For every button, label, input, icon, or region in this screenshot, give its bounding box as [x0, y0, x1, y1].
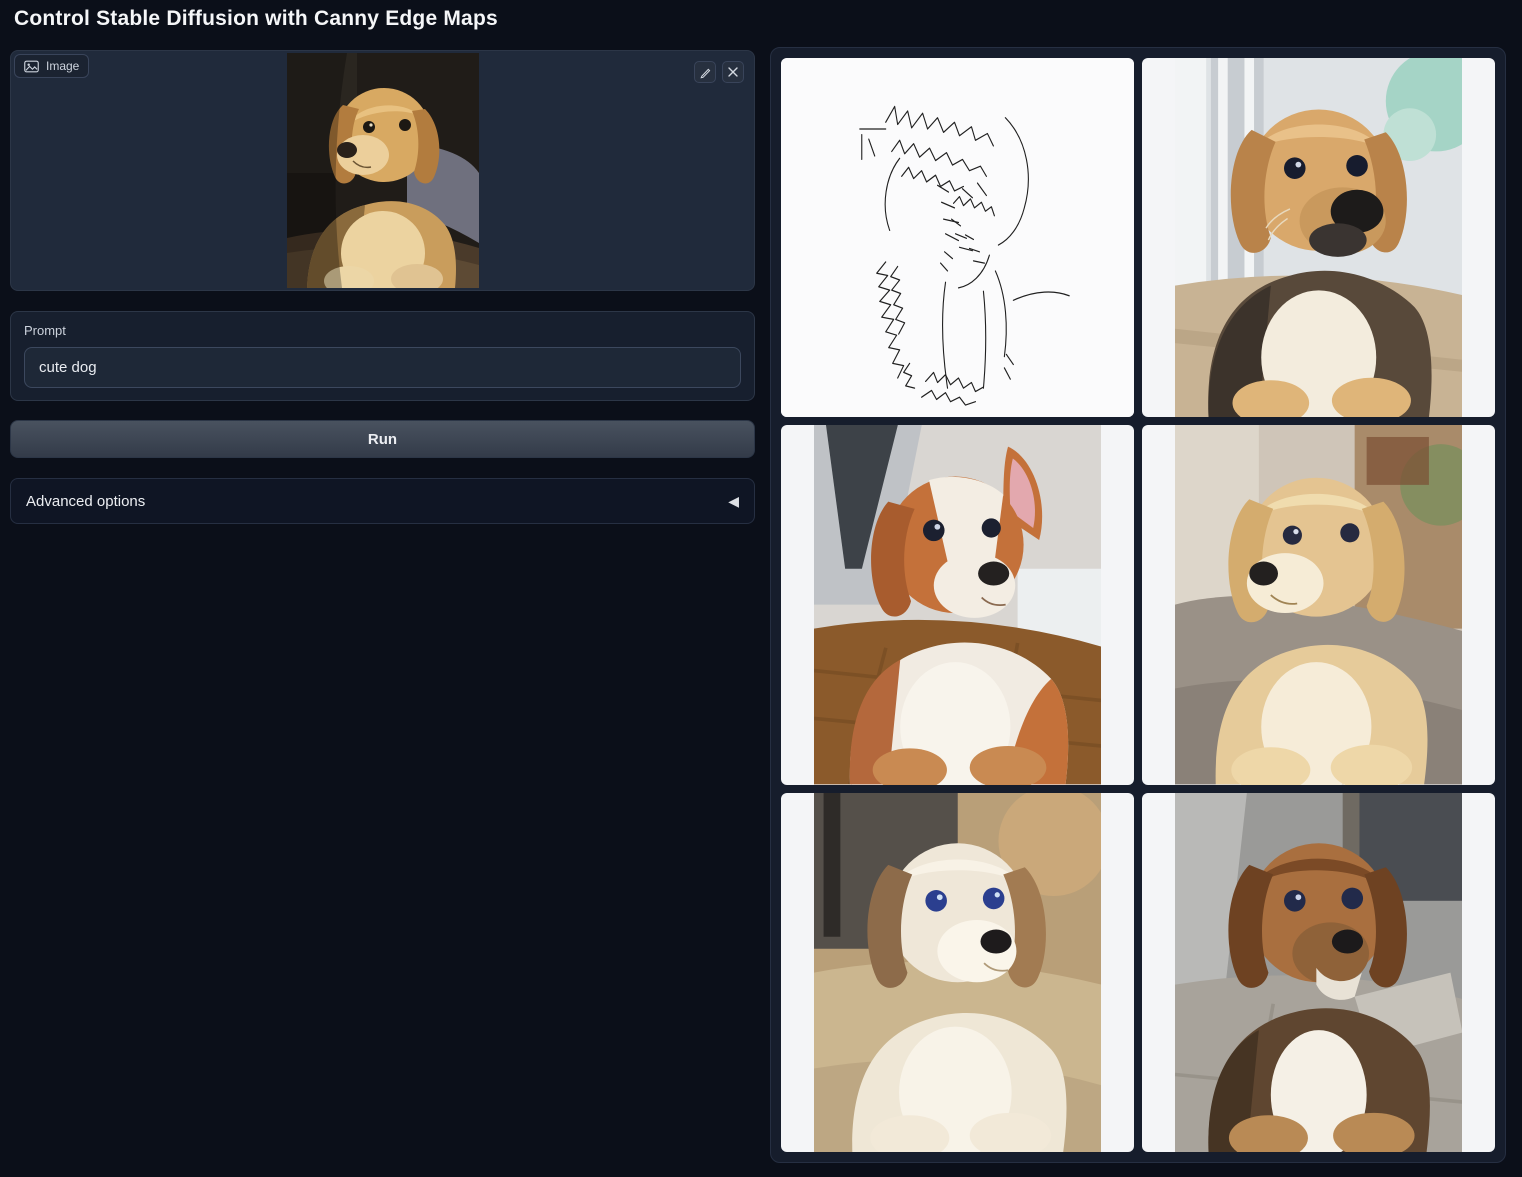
generated-puppy-5 — [1175, 793, 1462, 1152]
gallery-item-generated-3[interactable] — [1142, 425, 1495, 784]
pencil-icon — [699, 66, 712, 79]
image-upload-component[interactable]: Image — [10, 50, 755, 291]
generated-puppy-1 — [1175, 58, 1462, 417]
generated-puppy-3 — [1175, 425, 1462, 784]
image-component-label: Image — [14, 54, 89, 78]
left-triangle-icon: ◀ — [728, 494, 739, 508]
advanced-options-accordion[interactable]: Advanced options ◀ — [10, 478, 755, 524]
uploaded-image[interactable] — [11, 51, 754, 290]
input-photo-golden-puppy — [287, 53, 479, 288]
gallery-item-generated-2[interactable] — [781, 425, 1134, 784]
run-button[interactable]: Run — [10, 420, 755, 458]
image-component-label-text: Image — [46, 59, 79, 73]
generated-puppy-4 — [814, 793, 1101, 1152]
edit-image-button[interactable] — [694, 61, 716, 83]
gallery-item-edge-map[interactable] — [781, 58, 1134, 417]
gallery-grid — [781, 58, 1495, 1152]
x-icon — [727, 66, 739, 78]
advanced-options-label: Advanced options — [26, 493, 145, 510]
clear-image-button[interactable] — [722, 61, 744, 83]
prompt-block: Prompt — [10, 311, 755, 401]
gallery-item-generated-5[interactable] — [1142, 793, 1495, 1152]
page-title: Control Stable Diffusion with Canny Edge… — [14, 7, 498, 31]
gallery-item-generated-1[interactable] — [1142, 58, 1495, 417]
image-toolbar — [694, 61, 744, 83]
gallery-item-generated-4[interactable] — [781, 793, 1134, 1152]
image-icon — [24, 60, 39, 73]
canny-edge-sketch — [781, 58, 1134, 417]
prompt-label: Prompt — [24, 323, 741, 338]
generated-puppy-2 — [814, 425, 1101, 784]
prompt-input[interactable] — [24, 347, 741, 388]
output-gallery — [770, 47, 1506, 1163]
controls-column: Image — [10, 50, 755, 524]
